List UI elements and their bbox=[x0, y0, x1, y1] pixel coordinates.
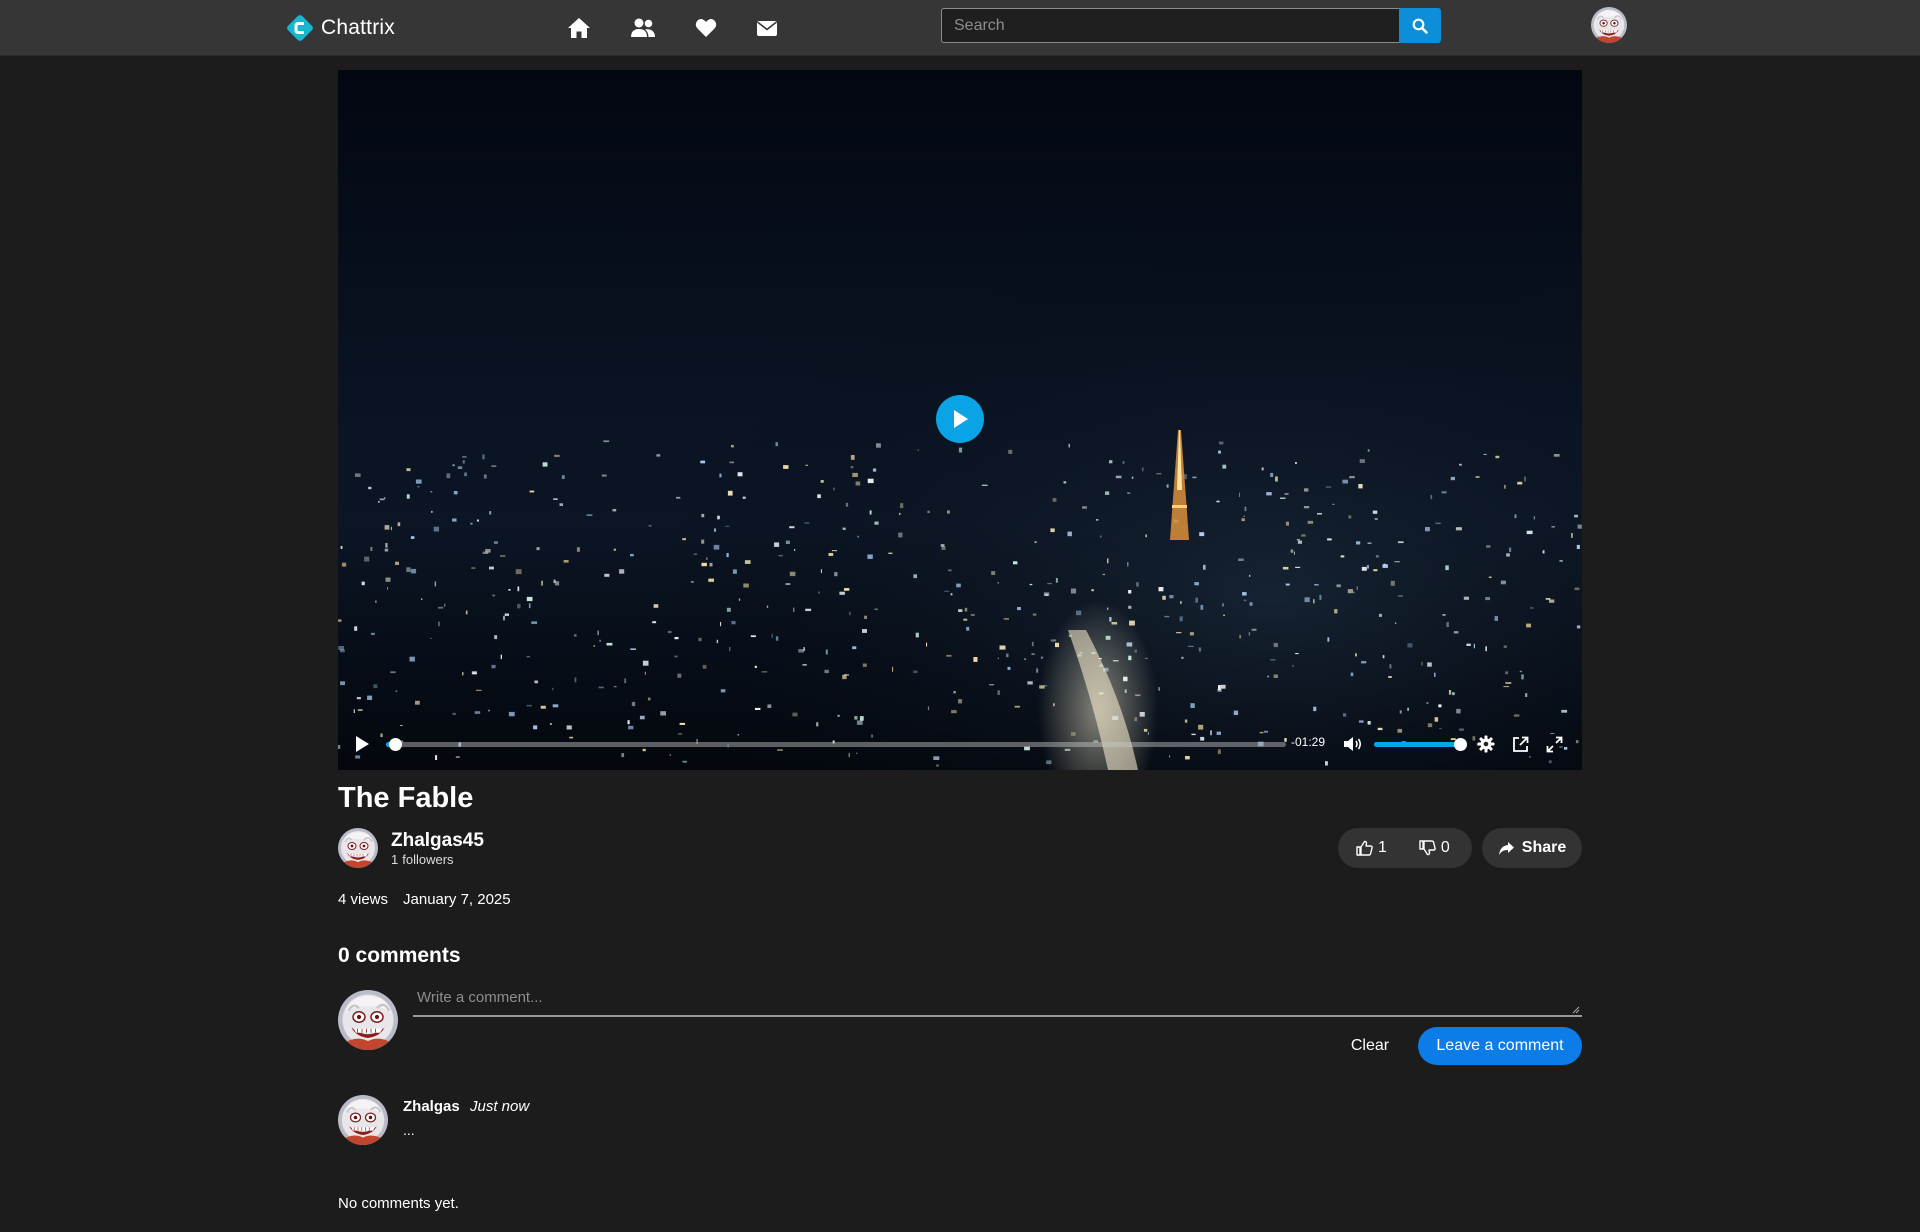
fullscreen-icon bbox=[1546, 736, 1563, 753]
brand-name: Chattrix bbox=[321, 16, 395, 39]
chattrix-logo-icon bbox=[285, 13, 315, 43]
top-navbar: Chattrix bbox=[0, 0, 1920, 56]
empty-comments-message: No comments yet. bbox=[338, 1195, 459, 1212]
vote-group: 1 0 bbox=[1338, 828, 1472, 868]
clear-button[interactable]: Clear bbox=[1340, 1027, 1400, 1065]
play-overlay-button[interactable] bbox=[936, 395, 984, 443]
messages-icon[interactable] bbox=[754, 16, 780, 40]
popout-icon bbox=[1512, 736, 1529, 753]
mute-button[interactable] bbox=[1342, 734, 1364, 754]
time-remaining: -01:29 bbox=[1291, 735, 1326, 749]
comments-header: 0 comments bbox=[338, 944, 461, 967]
play-button[interactable] bbox=[352, 734, 372, 754]
video-player[interactable]: -01:29 bbox=[338, 70, 1582, 770]
thumbs-down-icon bbox=[1419, 840, 1436, 856]
search-button[interactable] bbox=[1399, 8, 1441, 43]
user-avatar[interactable] bbox=[1591, 7, 1627, 43]
comment-author-avatar[interactable] bbox=[338, 1095, 388, 1145]
author-avatar[interactable] bbox=[338, 828, 378, 868]
settings-icon bbox=[1477, 735, 1495, 753]
seek-bar[interactable] bbox=[386, 738, 1286, 751]
share-button[interactable]: Share bbox=[1482, 828, 1582, 868]
followers-number: 1 bbox=[391, 852, 399, 867]
dislike-count: 0 bbox=[1440, 839, 1450, 856]
brand-link[interactable]: Chattrix bbox=[285, 13, 395, 43]
volume-handle[interactable] bbox=[1454, 738, 1467, 751]
share-icon bbox=[1498, 841, 1515, 856]
volume-slider[interactable] bbox=[1374, 738, 1467, 751]
current-user-avatar bbox=[338, 990, 398, 1050]
seek-handle[interactable] bbox=[389, 738, 402, 751]
leave-comment-button[interactable]: Leave a comment bbox=[1418, 1027, 1582, 1065]
favorites-icon[interactable] bbox=[693, 16, 719, 40]
settings-button[interactable] bbox=[1476, 734, 1496, 754]
comment-timestamp: Just now bbox=[470, 1098, 530, 1115]
like-count: 1 bbox=[1378, 839, 1387, 856]
followers-count: 1 followers bbox=[391, 852, 458, 867]
dislike-button[interactable]: 0 bbox=[1419, 828, 1450, 868]
author-name[interactable]: Zhalgas45 bbox=[391, 830, 484, 852]
resize-grip-icon[interactable] bbox=[1570, 1004, 1580, 1014]
like-button[interactable]: 1 bbox=[1356, 828, 1387, 868]
video-meta: 4 views January 7, 2025 bbox=[338, 891, 511, 908]
publish-date: January 7, 2025 bbox=[403, 891, 511, 908]
popout-button[interactable] bbox=[1510, 734, 1530, 754]
video-title: The Fable bbox=[338, 782, 474, 814]
share-label: Share bbox=[1521, 839, 1567, 856]
play-icon bbox=[355, 736, 369, 752]
search-icon bbox=[1412, 18, 1428, 34]
thumbs-up-icon bbox=[1356, 840, 1373, 856]
followers-label: followers bbox=[402, 852, 454, 867]
volume-icon bbox=[1343, 736, 1363, 752]
search-input[interactable] bbox=[941, 8, 1399, 43]
comment-author-name[interactable]: Zhalgas bbox=[403, 1098, 460, 1115]
comment-text: ... bbox=[403, 1122, 415, 1138]
view-count: 4 views bbox=[338, 891, 389, 908]
comment-input[interactable] bbox=[413, 985, 1582, 1017]
fullscreen-button[interactable] bbox=[1544, 734, 1564, 754]
home-icon[interactable] bbox=[566, 16, 592, 40]
friends-icon[interactable] bbox=[630, 16, 656, 40]
volume-level bbox=[1374, 742, 1460, 747]
video-controls: -01:29 bbox=[338, 718, 1582, 770]
play-icon bbox=[951, 409, 969, 429]
